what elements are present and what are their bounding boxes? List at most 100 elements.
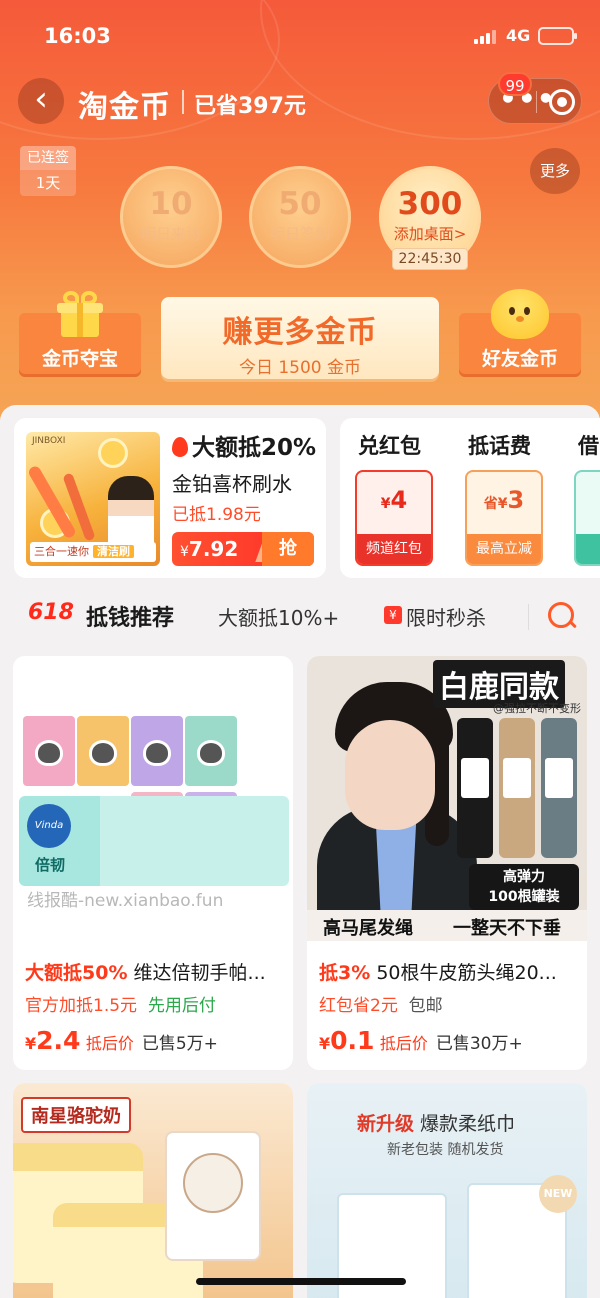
- signal-icon: [474, 28, 500, 44]
- earn-subtitle: 今日 1500 金币: [238, 358, 362, 378]
- coin-amount: 50: [278, 186, 322, 222]
- benefit-b: 包邮: [408, 996, 443, 1016]
- home-indicator[interactable]: [196, 1278, 406, 1285]
- sold-count: 已售30万+: [435, 1034, 523, 1054]
- cake-package: [165, 1131, 261, 1261]
- coupon-amount: 省¥3: [467, 486, 541, 514]
- notification-badge: 99: [498, 72, 532, 96]
- image-label: 南星骆驼奶: [21, 1097, 131, 1133]
- product-card[interactable]: 南星骆驼奶: [13, 1083, 293, 1298]
- tab-divider: [528, 604, 529, 630]
- product-title: 大额抵50% 维达倍韧手帕...: [25, 958, 266, 985]
- coupon-partial[interactable]: [574, 470, 600, 566]
- target-icon[interactable]: [549, 89, 575, 115]
- tab-618-logo: 618: [28, 600, 74, 625]
- coin-amount: 300: [397, 186, 463, 222]
- coupon-title: 兑红包: [358, 434, 421, 458]
- image-subline: @强拉不断不变形: [493, 702, 581, 715]
- brand-logo: JINBOXI: [32, 436, 66, 446]
- coin-label: 明日签到: [269, 225, 330, 243]
- checkin-streak: 已连签 1天: [20, 146, 76, 198]
- model-face: [345, 720, 435, 830]
- coin-reward-signin[interactable]: 50 明日签到: [249, 166, 351, 268]
- tissue-big-pack: Vinda 倍韧: [19, 796, 289, 886]
- page-title: 淘金币: [78, 90, 171, 125]
- coin-reward-visit[interactable]: 10 明日来访: [120, 166, 222, 268]
- coupon-value: 3: [507, 486, 525, 514]
- search-icon[interactable]: [548, 602, 574, 628]
- tissue-pack: [23, 716, 75, 786]
- earn-title: 赚更多金币: [222, 315, 378, 350]
- coupon-phone-bill[interactable]: 省¥3 最高立减: [465, 470, 543, 566]
- streak-value: 1天: [20, 170, 76, 196]
- category-tabs: 618 抵钱推荐 大额抵10%+ ¥ 限时秒杀: [0, 590, 600, 646]
- image-subline: 新老包装 随机发货: [387, 1142, 504, 1158]
- product-image: 白鹿同款 @强拉不断不变形 高弹力 100根罐装 高马尾发绳 一整天不下垂: [307, 656, 587, 941]
- product-image: 新升级 爆款柔纸巾 新老包装 随机发货 NEW: [307, 1083, 587, 1298]
- coupon-prefix: 省¥: [483, 496, 508, 512]
- image-caption-strip: 高马尾发绳 一整天不下垂: [307, 910, 587, 941]
- hair-tie-jar: [457, 718, 493, 858]
- friend-coins-button[interactable]: 好友金币: [459, 289, 581, 377]
- back-button[interactable]: ‹: [18, 78, 64, 124]
- image-tag-highlight: 清洁刷: [93, 545, 134, 558]
- status-bar: 16:03 4G: [0, 0, 600, 70]
- grab-label: 抢: [262, 532, 314, 566]
- tab-flash-sale[interactable]: 限时秒杀: [406, 602, 486, 631]
- coupon-amount: ¥4: [357, 486, 431, 514]
- chick-mascot-icon: [491, 289, 549, 339]
- price-value: 2.4: [36, 1026, 81, 1055]
- coupon-value: 4: [390, 486, 408, 514]
- coin-lottery-label: 金币夺宝: [41, 348, 118, 370]
- coin-lottery-button[interactable]: 金币夺宝: [19, 291, 141, 377]
- coupon-footer: 最高立减: [467, 534, 541, 564]
- image-headline: 新升级 爆款柔纸巾: [357, 1109, 515, 1136]
- coupon-prefix: ¥: [380, 496, 391, 512]
- tissue-pack: [77, 716, 129, 786]
- caption-a: 高马尾发绳: [323, 918, 413, 939]
- status-time: 16:03: [44, 24, 111, 48]
- badge-line-2: 100根罐装: [488, 889, 560, 905]
- promo-badge: 大额抵20%: [172, 428, 316, 462]
- coupon-title: 借: [578, 434, 599, 458]
- discount-highlight: 大额抵50%: [25, 962, 128, 984]
- more-button[interactable]: 更多: [530, 148, 580, 194]
- orange-slice-decor: [98, 438, 128, 468]
- price-symbol: ¥: [25, 1034, 37, 1053]
- product-price-row: ¥2.4 抵后价 已售5万+: [25, 1026, 218, 1055]
- image-tag-text: 三合一速你: [34, 545, 89, 558]
- flash-sale-icon: ¥: [384, 606, 402, 624]
- product-benefits: 官方加抵1.5元 先用后付: [25, 991, 216, 1016]
- product-card[interactable]: 白鹿同款 @强拉不断不变形 高弹力 100根罐装 高马尾发绳 一整天不下垂 抵3%…: [307, 656, 587, 1070]
- coupon-title: 抵话费: [468, 434, 531, 458]
- streak-label: 已连签: [20, 146, 76, 170]
- capsule-divider: [536, 91, 537, 113]
- friend-coins-label: 好友金币: [481, 348, 558, 370]
- chevron-left-icon: ‹: [34, 79, 48, 119]
- sold-count: 已售5万+: [141, 1034, 218, 1054]
- headline-text: 爆款柔纸巾: [414, 1113, 516, 1135]
- badge-line-1: 高弹力: [503, 869, 545, 885]
- grab-deal-button[interactable]: ¥7.92 抢: [172, 532, 314, 566]
- coupon-footer: [576, 534, 600, 564]
- coupon-red-packet[interactable]: ¥4 频道红包: [355, 470, 433, 566]
- tab-big-discount[interactable]: 大额抵10%+: [218, 602, 339, 631]
- product-card[interactable]: 新升级 爆款柔纸巾 新老包装 随机发货 NEW: [307, 1083, 587, 1298]
- title-divider: [182, 90, 184, 114]
- image-tag: 三合一速你 清洁刷: [30, 542, 156, 562]
- hair-tie-jar: [541, 718, 577, 858]
- price-symbol: ¥: [319, 1034, 331, 1053]
- product-benefits: 红包省2元 包邮: [319, 991, 443, 1016]
- tab-recommend[interactable]: 抵钱推荐: [86, 600, 174, 632]
- promo-badge-text: 大额抵20%: [192, 435, 317, 461]
- price-value: 7.92: [188, 537, 239, 561]
- saved-amount: 已省397元: [194, 94, 306, 119]
- product-card[interactable]: Vinda 倍韧 线报酷-new.xianbao.fun 大额抵50% 维达倍韧…: [13, 656, 293, 1070]
- product-image: 南星骆驼奶: [13, 1083, 293, 1298]
- pack-word: 倍韧: [35, 856, 66, 874]
- product-image[interactable]: JINBOXI 三合一速你 清洁刷: [26, 432, 160, 566]
- earn-more-coins-button[interactable]: 赚更多金币 今日 1500 金币: [161, 297, 439, 379]
- after-discount-label: 抵后价: [85, 1034, 134, 1053]
- coupon-footer: 频道红包: [357, 534, 431, 564]
- gift-icon: [57, 291, 103, 337]
